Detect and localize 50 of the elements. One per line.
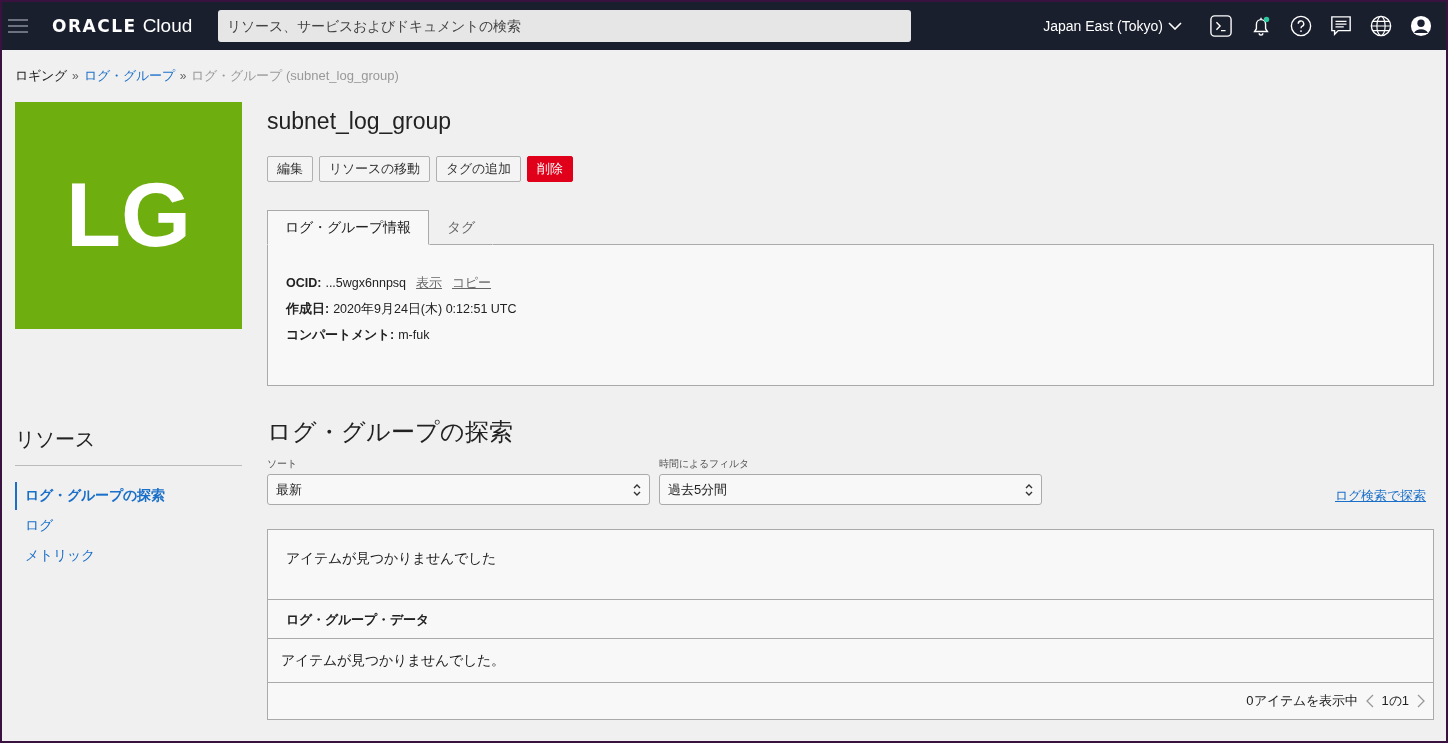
sidebar-title: リソース	[15, 426, 242, 466]
action-button[interactable]: 削除	[527, 156, 573, 182]
info-value: ...5wgx6nnpsq	[325, 276, 407, 290]
info-label: コンパートメント:	[286, 327, 395, 344]
next-page-icon[interactable]	[1417, 694, 1425, 708]
chevron-down-icon	[1168, 22, 1182, 30]
empty-message: アイテムが見つかりませんでした。	[268, 639, 1433, 683]
logo-product[interactable]: Cloud	[142, 15, 193, 37]
info-value: 2020年9月24日(木) 0:12:51 UTC	[333, 301, 517, 318]
empty-message: アイテムが見つかりませんでした	[268, 530, 1433, 600]
tab[interactable]: ログ・グループ情報	[267, 210, 429, 245]
action-button[interactable]: リソースの移動	[319, 156, 430, 182]
menu-icon[interactable]	[8, 18, 28, 34]
breadcrumb-item: ログ・グループ (subnet_log_group)	[191, 67, 399, 85]
terminal-icon[interactable]	[1210, 15, 1232, 37]
log-search-link[interactable]: ログ検索で探索	[1335, 487, 1426, 505]
breadcrumb-item: ロギング	[15, 67, 67, 85]
updown-icon	[1025, 482, 1033, 497]
time-filter-label: 時間によるフィルタ	[659, 458, 750, 471]
breadcrumb-separator: »	[179, 69, 187, 83]
sort-label: ソート	[267, 458, 298, 471]
item-count: 0アイテムを表示中	[1246, 692, 1358, 710]
region-selector[interactable]: Japan East (Tokyo)	[1043, 18, 1182, 34]
breadcrumb-item[interactable]: ログ・グループ	[83, 67, 175, 85]
show-link[interactable]: 表示	[416, 275, 443, 292]
sort-select[interactable]: 最新	[267, 474, 650, 505]
chat-icon[interactable]	[1330, 15, 1352, 37]
search-field[interactable]: リソース、サービスおよびドキュメントの検索	[218, 10, 912, 42]
action-button[interactable]: タグの追加	[436, 156, 521, 182]
info-label: OCID:	[286, 276, 322, 290]
updown-icon	[633, 482, 641, 497]
globe-icon[interactable]	[1370, 15, 1392, 37]
page-title: subnet_log_group	[267, 108, 453, 136]
action-button[interactable]: 編集	[267, 156, 313, 182]
section-title: ログ・グループの探索	[267, 417, 514, 447]
help-icon[interactable]	[1290, 15, 1312, 37]
sidebar-item[interactable]: ログ	[15, 512, 242, 540]
logo-brand[interactable]: ORACLE	[52, 16, 137, 36]
copy-link[interactable]: コピー	[452, 275, 492, 292]
info-value: m-fuk	[398, 328, 430, 342]
time-filter-select[interactable]: 過去5分間	[659, 474, 1042, 505]
previous-page-icon[interactable]	[1365, 694, 1374, 708]
info-label: 作成日:	[286, 301, 330, 318]
sidebar-item[interactable]: メトリック	[15, 542, 242, 570]
user-avatar-icon[interactable]	[1410, 15, 1432, 37]
column-header: ログ・グループ・データ	[268, 600, 1433, 639]
sidebar-item[interactable]: ログ・グループの探索	[15, 482, 242, 510]
breadcrumb-separator: »	[72, 69, 79, 83]
resource-tile: LG	[15, 102, 242, 329]
page-indicator: 1の1	[1381, 692, 1409, 710]
